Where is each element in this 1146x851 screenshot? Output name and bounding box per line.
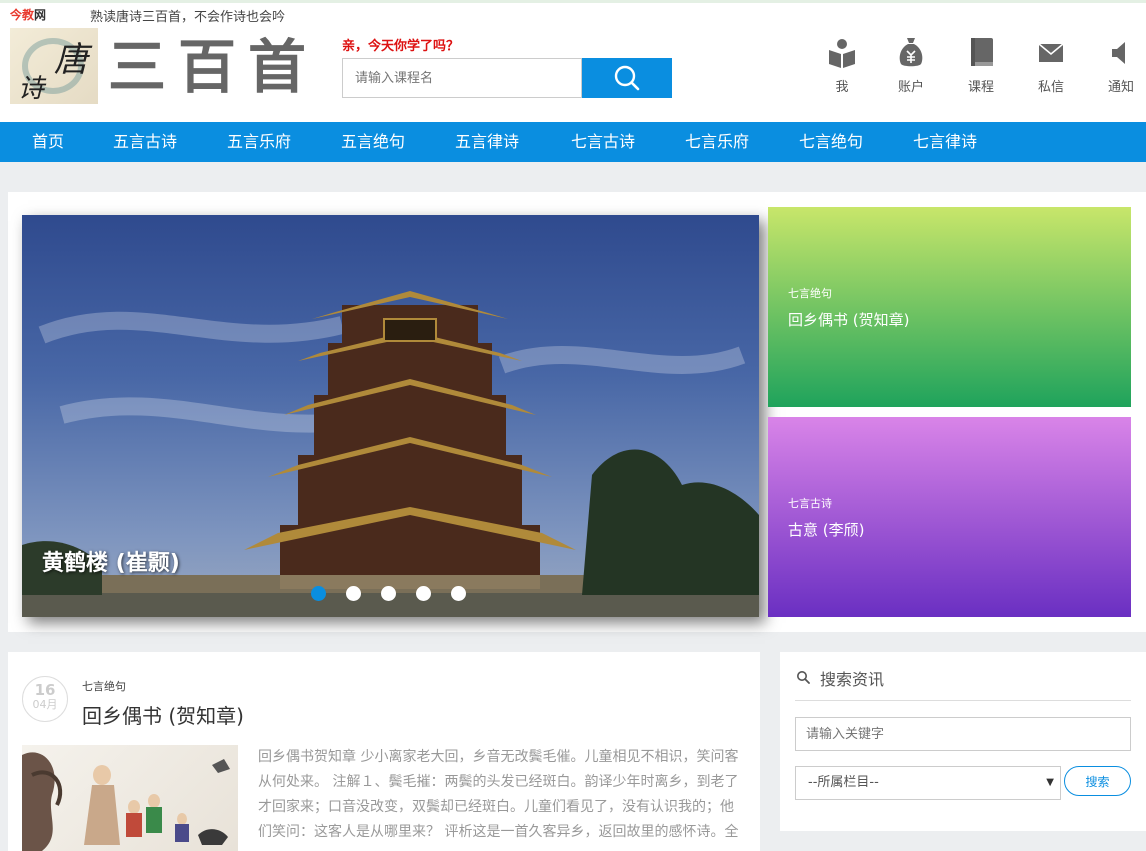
nav-item-wuyan-jueju[interactable]: 五言绝句 — [341, 122, 405, 162]
nav-item-wuyan-yuefu[interactable]: 五言乐府 — [227, 122, 291, 162]
nav-item-qiyan-lvshi[interactable]: 七言律诗 — [913, 122, 977, 162]
logo-char-1: 唐 — [54, 40, 88, 80]
user-book-icon — [829, 39, 855, 68]
sidebar-divider — [795, 700, 1131, 701]
slider-dot-2[interactable] — [346, 586, 361, 601]
top-bar: 今教网 熟读唐诗三百首，不会作诗也会吟 — [0, 0, 1146, 25]
header-link-courses[interactable]: 课程 — [961, 36, 1001, 95]
nav-item-qiyan-jueju[interactable]: 七言绝句 — [799, 122, 863, 162]
site-title: 三百首 — [108, 33, 319, 101]
slide-caption: 黄鹤楼 (崔颢) — [42, 551, 180, 576]
slider-dot-4[interactable] — [416, 586, 431, 601]
sidebar-search-button[interactable]: 搜索 — [1064, 766, 1131, 796]
header-link-account[interactable]: 账户 — [891, 36, 931, 95]
header-link-me-label: 我 — [835, 80, 849, 95]
brand-logo-suffix: 网 — [34, 8, 47, 22]
slider-dot-5[interactable] — [451, 586, 466, 601]
article-thumbnail[interactable] — [22, 745, 238, 851]
speaker-icon — [1112, 42, 1125, 64]
article-month: 04月 — [32, 698, 58, 711]
featured-card-huixiang[interactable]: 七言绝句 回乡偶书 (贺知章) — [768, 207, 1131, 407]
search-icon — [797, 671, 810, 684]
card-category: 七言绝句 — [788, 287, 832, 300]
nav-item-wuyan-gushi[interactable]: 五言古诗 — [113, 122, 177, 162]
brand-logo-mark: 今教 — [10, 8, 35, 22]
search-icon — [614, 65, 640, 91]
header-link-messages[interactable]: 私信 — [1031, 36, 1071, 95]
header-link-account-label: 账户 — [897, 80, 924, 95]
brand-logo[interactable]: 今教网 — [10, 6, 46, 23]
featured-card-guyi[interactable]: 七言古诗 古意 (李颀) — [768, 417, 1131, 617]
header-link-me[interactable]: 我 — [822, 36, 862, 95]
main-nav: 首页 五言古诗 五言乐府 五言绝句 五言律诗 七言古诗 七言乐府 七言绝句 七言… — [0, 122, 1146, 162]
course-search-button[interactable] — [582, 58, 672, 98]
image-slider[interactable]: 黄鹤楼 (崔颢) — [22, 215, 759, 617]
header-link-notifications-label: 通知 — [1107, 80, 1134, 95]
nav-item-qiyan-yuefu[interactable]: 七言乐府 — [685, 122, 749, 162]
article-day: 16 — [34, 681, 56, 699]
article-excerpt: 回乡偶书贺知章 少小离家老大回，乡音无改鬓毛催。儿童相见不相识，笑问客从何处来。… — [258, 749, 739, 840]
article-title[interactable]: 回乡偶书 (贺知章) — [82, 700, 244, 729]
card-title: 回乡偶书 (贺知章) — [788, 311, 910, 329]
slogan: 亲，今天你学了吗？ — [342, 39, 460, 54]
site-logo-image[interactable]: 唐 诗 — [10, 28, 98, 104]
card-title: 古意 (李颀) — [788, 521, 865, 539]
money-bag-icon — [899, 38, 923, 67]
nav-item-qiyan-gushi[interactable]: 七言古诗 — [571, 122, 635, 162]
logo-char-2: 诗 — [18, 74, 45, 104]
category-select-value: --所属栏目-- — [808, 775, 879, 790]
nav-item-wuyan-lvshi[interactable]: 五言律诗 — [455, 122, 519, 162]
slider-dot-3[interactable] — [381, 586, 396, 601]
article-thumbnail-illustration — [22, 752, 230, 851]
course-search-input[interactable] — [342, 58, 582, 98]
site-header: 唐 诗 三百首 亲，今天你学了吗？ 我 账户 课程 — [0, 24, 1146, 122]
book-icon — [971, 38, 993, 66]
nav-item-home[interactable]: 首页 — [32, 122, 64, 162]
header-link-messages-label: 私信 — [1037, 80, 1064, 95]
article-date-badge: 16 04月 — [22, 676, 68, 722]
category-select[interactable]: --所属栏目-- ▼ — [795, 766, 1061, 800]
article-category[interactable]: 七言绝句 — [82, 678, 126, 694]
slider-dot-1[interactable] — [311, 586, 326, 601]
sidebar-search-title: 搜索资讯 — [820, 670, 885, 689]
card-category: 七言古诗 — [788, 497, 832, 510]
header-link-courses-label: 课程 — [967, 80, 994, 95]
header-link-notifications[interactable]: 通知 — [1101, 36, 1141, 95]
envelope-icon — [1038, 43, 1064, 62]
site-tagline: 熟读唐诗三百首，不会作诗也会吟 — [90, 10, 286, 25]
caret-down-icon: ▼ — [1046, 777, 1054, 788]
keyword-search-input[interactable] — [795, 717, 1131, 751]
